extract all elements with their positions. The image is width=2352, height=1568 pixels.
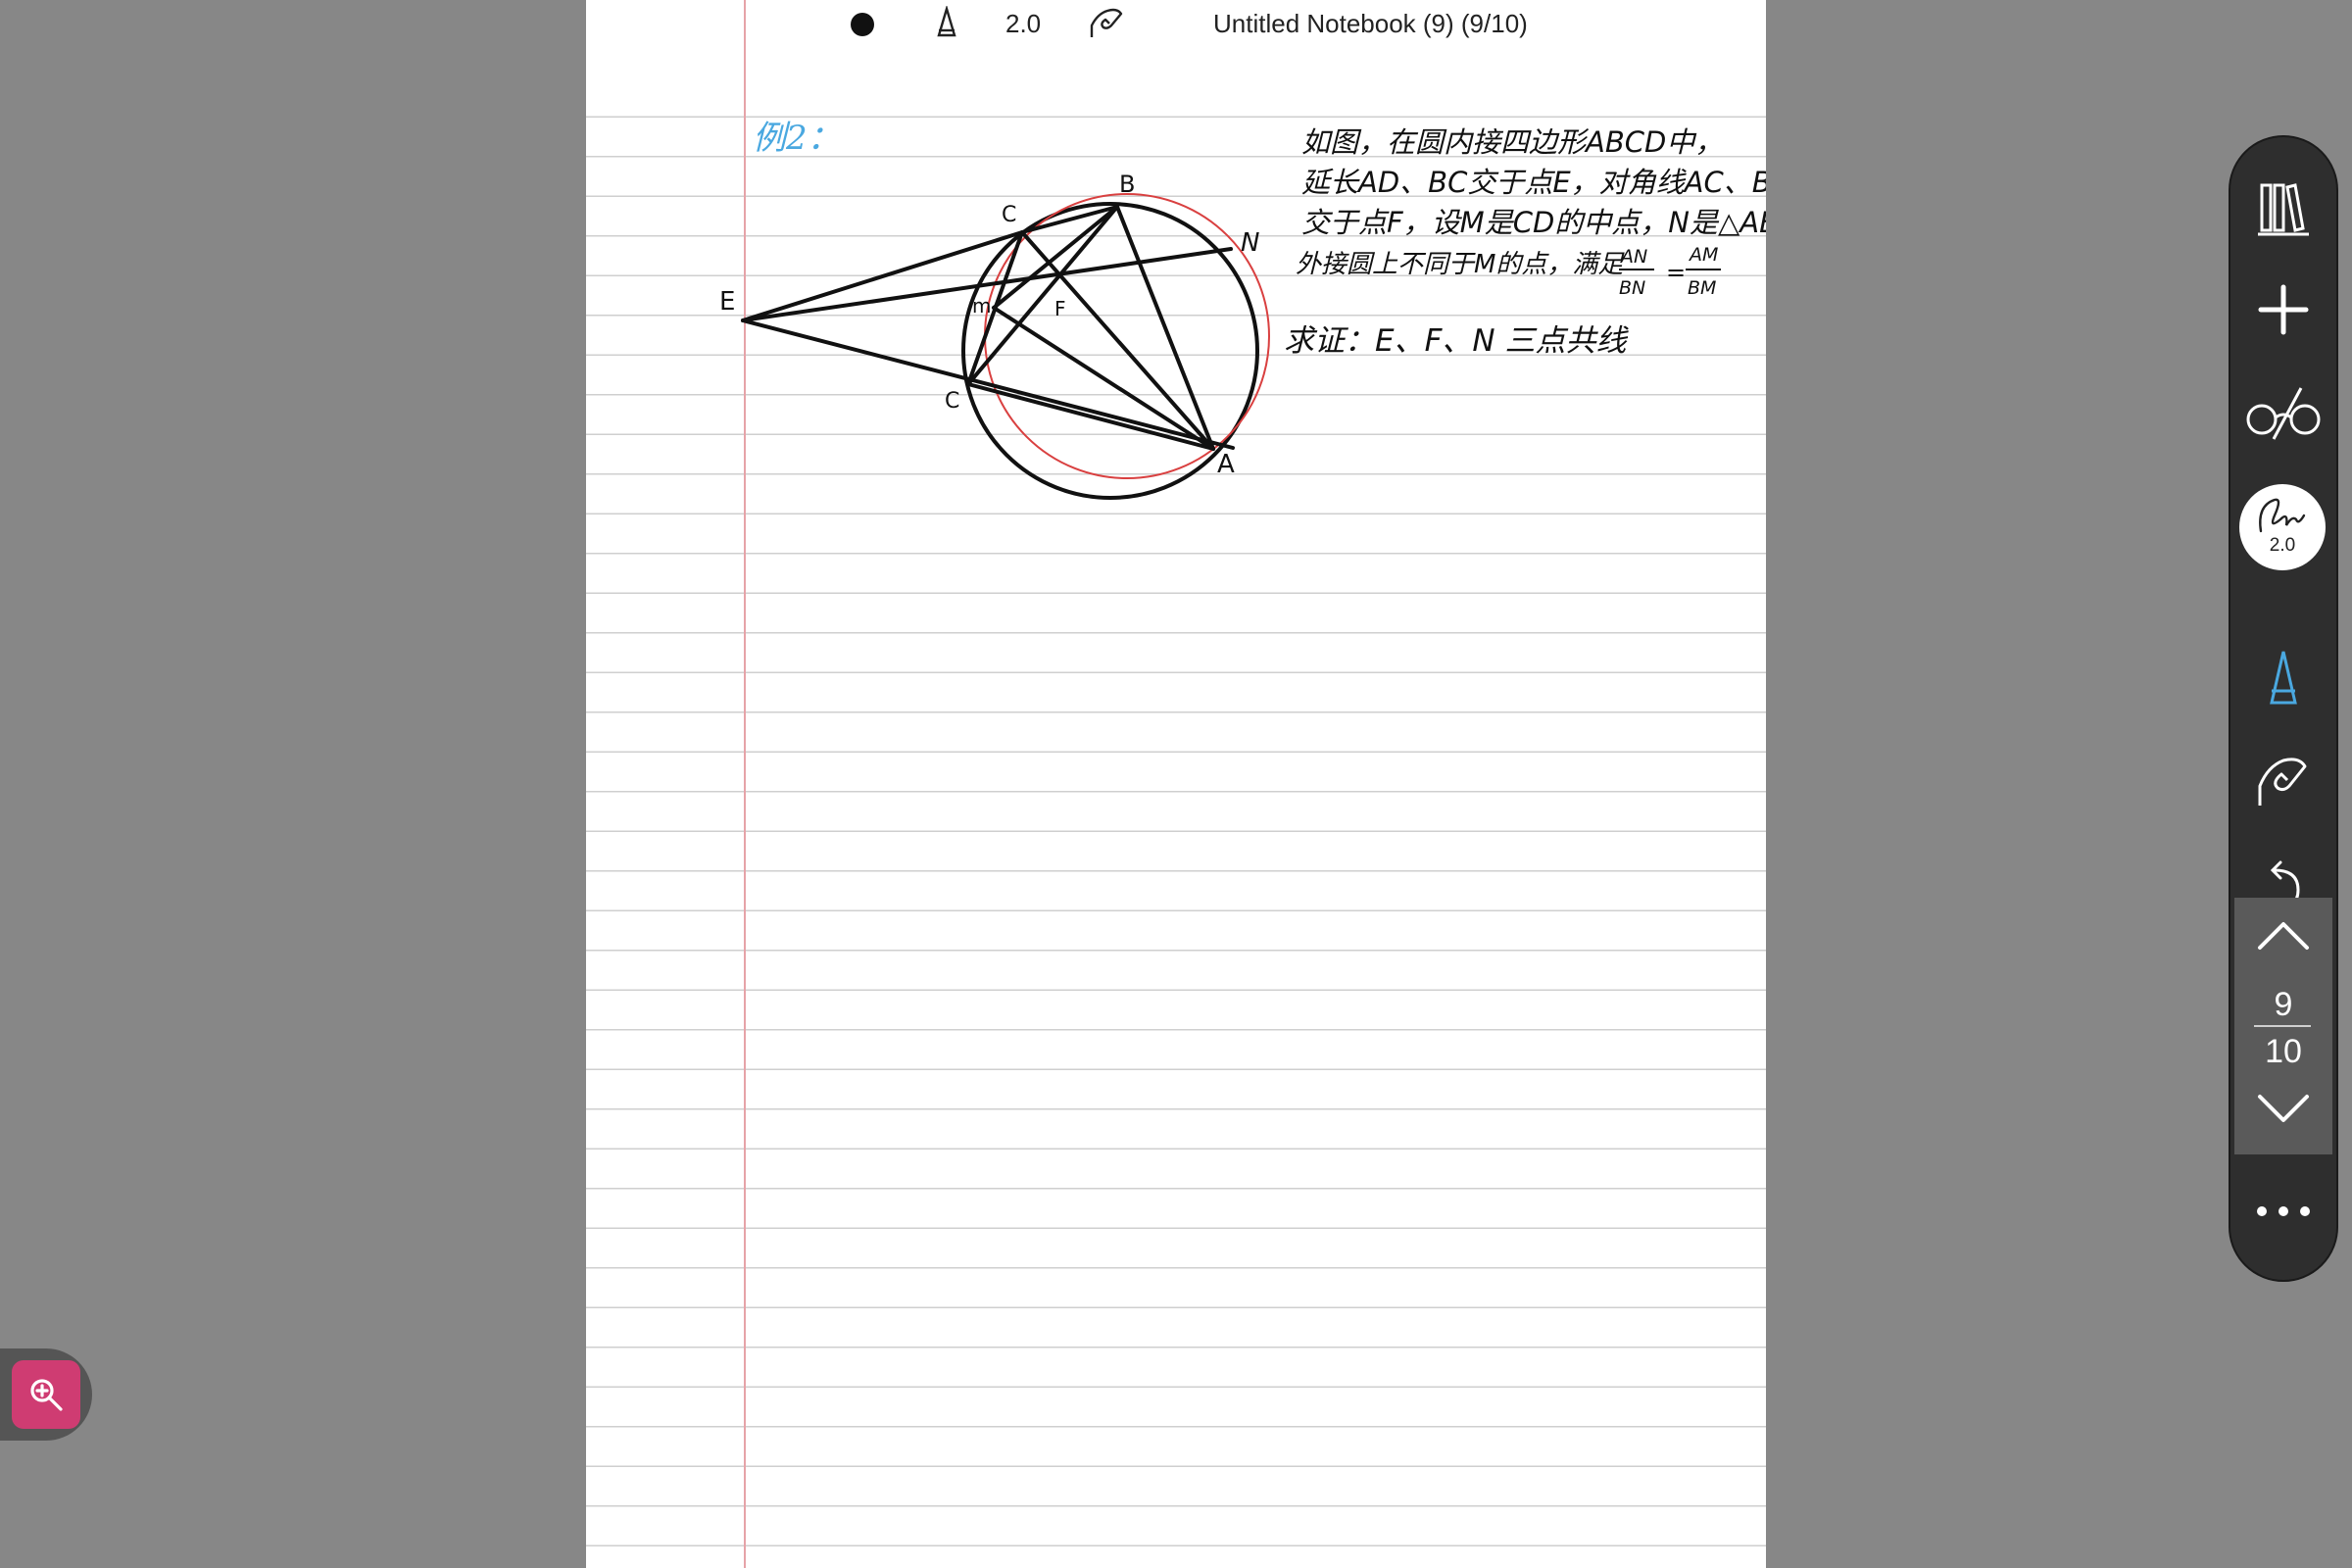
library-button[interactable] (2230, 167, 2336, 249)
page-separator (2254, 1025, 2311, 1027)
problem-line-2: 延长AD、BC交于点E，对角线AC、BD (1301, 166, 1766, 199)
prove-statement: 求证：E、F、N 三点共线 (1284, 323, 1629, 359)
problem-line-3: 交于点F，设M是CD的中点，N是△ABM (1301, 206, 1766, 239)
ratio-expression: AN BN = AM BM (1619, 244, 1721, 299)
ratio-left-den: BN (1619, 277, 1645, 299)
zoom-tab (0, 1348, 92, 1441)
label-c-bottom: C (945, 389, 959, 414)
label-m: m (972, 294, 991, 318)
page-up-button[interactable] (2230, 902, 2336, 970)
circumcircle (961, 202, 1259, 500)
library-icon (2258, 183, 2309, 236)
shape-tool-button[interactable] (2230, 741, 2336, 823)
ratio-right-num: AM (1688, 244, 1718, 266)
label-a: A (1217, 450, 1235, 479)
ratio-equals: = (1666, 259, 1686, 286)
more-button[interactable] (2230, 1170, 2336, 1252)
construction-lines (741, 205, 1235, 451)
ratio-right-den: BM (1688, 277, 1716, 299)
add-page-button[interactable] (2230, 269, 2336, 351)
label-e: E (719, 287, 735, 317)
page-current: 9 (2274, 986, 2293, 1023)
hand-shape-icon (2258, 758, 2307, 806)
label-n: N (1241, 228, 1259, 258)
page-total: 10 (2265, 1033, 2302, 1070)
problem-line-1: 如图，在圆内接四边形ABCD中， (1301, 125, 1723, 159)
notebook-page[interactable]: 2.0 Untitled Notebook (9) (9/10) 例2： E C… (586, 0, 1766, 1568)
glasses-icon (2246, 387, 2321, 440)
reading-mode-button[interactable] (2230, 372, 2336, 455)
chevron-up-icon (2258, 922, 2309, 950)
brush-button[interactable]: 2.0 (2239, 484, 2326, 570)
handwritten-notes: 例2： E C B N m F C A 如图，在圆内接四边形ABCD中， 延长A… (719, 119, 1766, 500)
label-b: B (1119, 171, 1135, 198)
label-f: F (1054, 297, 1066, 320)
more-icon (2257, 1206, 2310, 1216)
page-down-button[interactable] (2230, 1074, 2336, 1143)
pen-tool-button[interactable] (2230, 637, 2336, 719)
zoom-in-icon (30, 1379, 63, 1411)
pen-icon (2270, 651, 2297, 705)
plus-icon (2258, 284, 2309, 335)
chevron-down-icon (2258, 1095, 2309, 1122)
ratio-left-num: AN (1619, 246, 1647, 268)
example-label: 例2： (753, 119, 841, 158)
problem-line-4: 外接圆上不同于M的点，满足 (1296, 250, 1625, 279)
zoom-button[interactable] (12, 1360, 80, 1429)
right-sidebar: 2.0 9 10 (2229, 135, 2338, 1282)
brush-width-value: 2.0 (2269, 535, 2296, 556)
label-c-top: C (1002, 203, 1016, 227)
